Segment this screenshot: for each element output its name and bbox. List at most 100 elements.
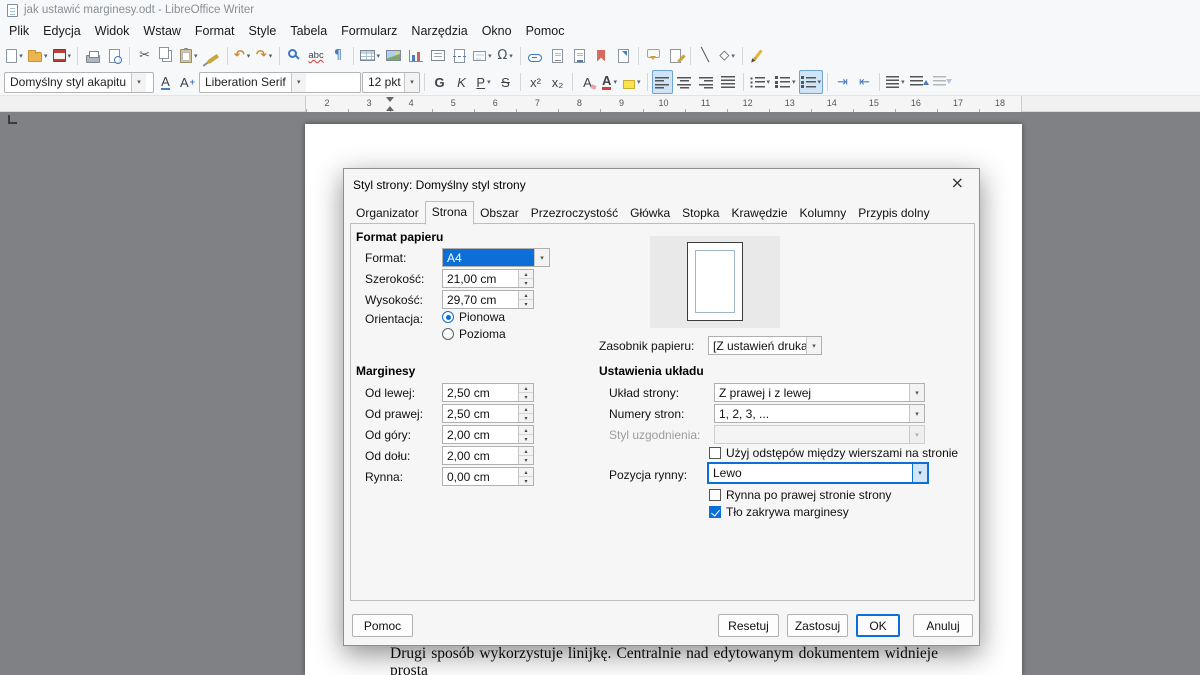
menu-formularz[interactable]: Formularz xyxy=(334,22,404,40)
font-size-combo[interactable]: 12 pkt▾ xyxy=(362,72,420,93)
chevron-down-icon[interactable]: ▾ xyxy=(404,73,419,92)
outline-list-button[interactable]: ▾ xyxy=(799,70,824,94)
insert-comment-button[interactable] xyxy=(643,44,664,68)
landscape-radio[interactable]: Pozioma xyxy=(442,327,506,341)
insert-footnote-button[interactable] xyxy=(547,44,568,68)
tab-przypis-dolny[interactable]: Przypis dolny xyxy=(852,203,935,224)
highlight-color-button[interactable]: ▾ xyxy=(621,70,643,94)
tab-organizator[interactable]: Organizator xyxy=(350,203,425,224)
print-preview-button[interactable] xyxy=(104,44,125,68)
menu-okno[interactable]: Okno xyxy=(475,22,519,40)
gutter-right-checkbox[interactable]: Rynna po prawej stronie strony xyxy=(709,488,891,502)
margin-top-spinner[interactable]: 2,00 cm ▴▾ xyxy=(442,425,534,444)
spin-down-icon[interactable]: ▾ xyxy=(519,435,533,443)
new-style-button[interactable]: A+ xyxy=(177,70,198,94)
show-draw-functions-button[interactable] xyxy=(747,44,768,68)
strikethrough-button[interactable]: S xyxy=(495,70,516,94)
chevron-down-icon[interactable]: ▾ xyxy=(131,73,146,92)
dialog-titlebar[interactable]: Styl strony: Domyślny styl strony × xyxy=(344,169,979,201)
decrease-paragraph-spacing-button[interactable] xyxy=(931,70,953,94)
clone-formatting-button[interactable] xyxy=(201,44,223,68)
font-name-combo[interactable]: Liberation Serif▾ xyxy=(199,72,361,93)
spin-down-icon[interactable]: ▾ xyxy=(519,300,533,308)
document-text[interactable]: Drugi sposób wykorzystuje linijkę. Centr… xyxy=(390,646,938,675)
chevron-down-icon[interactable]: ▾ xyxy=(806,337,821,354)
subscript-button[interactable]: x₂ xyxy=(547,70,568,94)
increase-paragraph-spacing-button[interactable] xyxy=(908,70,930,94)
cancel-button[interactable]: Anuluj xyxy=(913,614,973,637)
copy-button[interactable] xyxy=(156,44,177,68)
portrait-radio[interactable]: Pionowa xyxy=(442,310,505,324)
chevron-down-icon[interactable]: ▾ xyxy=(909,384,924,401)
width-spinner[interactable]: 21,00 cm ▴▾ xyxy=(442,269,534,288)
paper-tray-combo[interactable]: [Z ustawień drukarki] ▾ xyxy=(708,336,822,355)
menu-wstaw[interactable]: Wstaw xyxy=(136,22,188,40)
chevron-down-icon[interactable]: ▾ xyxy=(534,249,549,266)
insert-table-button[interactable]: ▾ xyxy=(358,44,383,68)
menu-tabela[interactable]: Tabela xyxy=(283,22,334,40)
apply-button[interactable]: Zastosuj xyxy=(787,614,848,637)
align-center-button[interactable] xyxy=(674,70,695,94)
clear-formatting-button[interactable]: A xyxy=(577,70,598,94)
margin-bottom-spinner[interactable]: 2,00 cm ▴▾ xyxy=(442,446,534,465)
insert-line-button[interactable]: ╲ xyxy=(695,44,716,68)
paste-button[interactable]: ▾ xyxy=(178,44,200,68)
superscript-button[interactable]: x² xyxy=(525,70,546,94)
align-justify-button[interactable] xyxy=(718,70,739,94)
tab-stop-selector[interactable] xyxy=(8,115,17,124)
update-style-button[interactable]: A xyxy=(155,70,176,94)
tab-kolumny[interactable]: Kolumny xyxy=(794,203,853,224)
spin-up-icon[interactable]: ▴ xyxy=(519,468,533,477)
spin-up-icon[interactable]: ▴ xyxy=(519,405,533,414)
new-document-button[interactable]: ▾ xyxy=(4,44,25,68)
reset-button[interactable]: Resetuj xyxy=(718,614,779,637)
align-right-button[interactable] xyxy=(696,70,717,94)
save-button[interactable]: ▾ xyxy=(51,44,74,68)
insert-chart-button[interactable] xyxy=(405,44,426,68)
font-color-button[interactable]: A▾ xyxy=(599,70,620,94)
spin-up-icon[interactable]: ▴ xyxy=(519,270,533,279)
spin-up-icon[interactable]: ▴ xyxy=(519,447,533,456)
menu-narzedzia[interactable]: Narzędzia xyxy=(404,22,474,40)
track-changes-button[interactable] xyxy=(665,44,686,68)
spin-down-icon[interactable]: ▾ xyxy=(519,279,533,287)
paper-format-combo[interactable]: A4 ▾ xyxy=(442,248,550,267)
spin-down-icon[interactable]: ▾ xyxy=(519,477,533,485)
spin-down-icon[interactable]: ▾ xyxy=(519,456,533,464)
insert-bookmark-button[interactable] xyxy=(591,44,612,68)
menu-format[interactable]: Format xyxy=(188,22,242,40)
spin-down-icon[interactable]: ▾ xyxy=(519,393,533,401)
ruler-scale[interactable]: 2 3 4 5 6 7 8 9 10 11 12 13 14 15 16 17 … xyxy=(305,96,1022,112)
tab-strona[interactable]: Strona xyxy=(425,201,474,225)
page-layout-combo[interactable]: Z prawej i z lewej ▾ xyxy=(714,383,925,402)
help-button[interactable]: Pomoc xyxy=(352,614,413,637)
insert-hyperlink-button[interactable] xyxy=(525,44,546,68)
insert-field-button[interactable]: ▾ xyxy=(471,44,494,68)
paragraph-style-combo[interactable]: Domyślny styl akapitu▾ xyxy=(4,72,154,93)
spin-up-icon[interactable]: ▴ xyxy=(519,291,533,300)
insert-image-button[interactable] xyxy=(383,44,404,68)
spin-up-icon[interactable]: ▴ xyxy=(519,384,533,393)
menu-widok[interactable]: Widok xyxy=(88,22,137,40)
spin-up-icon[interactable]: ▴ xyxy=(519,426,533,435)
margin-left-spinner[interactable]: 2,50 cm ▴▾ xyxy=(442,383,534,402)
bold-button[interactable]: G xyxy=(429,70,450,94)
unordered-list-button[interactable]: ▾ xyxy=(748,70,773,94)
menu-plik[interactable]: Plik xyxy=(2,22,36,40)
underline-button[interactable]: P▾ xyxy=(473,70,494,94)
cross-reference-button[interactable] xyxy=(613,44,634,68)
background-covers-margins-checkbox[interactable]: Tło zakrywa marginesy xyxy=(709,505,849,519)
chevron-down-icon[interactable]: ▾ xyxy=(291,73,306,92)
tab-glowka[interactable]: Główka xyxy=(624,203,676,224)
gutter-position-combo[interactable]: Lewo ▾ xyxy=(708,463,928,483)
tab-obszar[interactable]: Obszar xyxy=(474,203,525,224)
chevron-down-icon[interactable]: ▾ xyxy=(909,405,924,422)
increase-indent-button[interactable]: ⇥ xyxy=(832,70,853,94)
ordered-list-button[interactable]: ▾ xyxy=(773,70,798,94)
open-button[interactable]: ▾ xyxy=(26,44,50,68)
undo-button[interactable]: ↶▾ xyxy=(232,44,253,68)
menu-edycja[interactable]: Edycja xyxy=(36,22,88,40)
menu-pomoc[interactable]: Pomoc xyxy=(519,22,572,40)
formatting-marks-button[interactable]: ¶ xyxy=(328,44,349,68)
tab-przezroczystosc[interactable]: Przezroczystość xyxy=(525,203,624,224)
